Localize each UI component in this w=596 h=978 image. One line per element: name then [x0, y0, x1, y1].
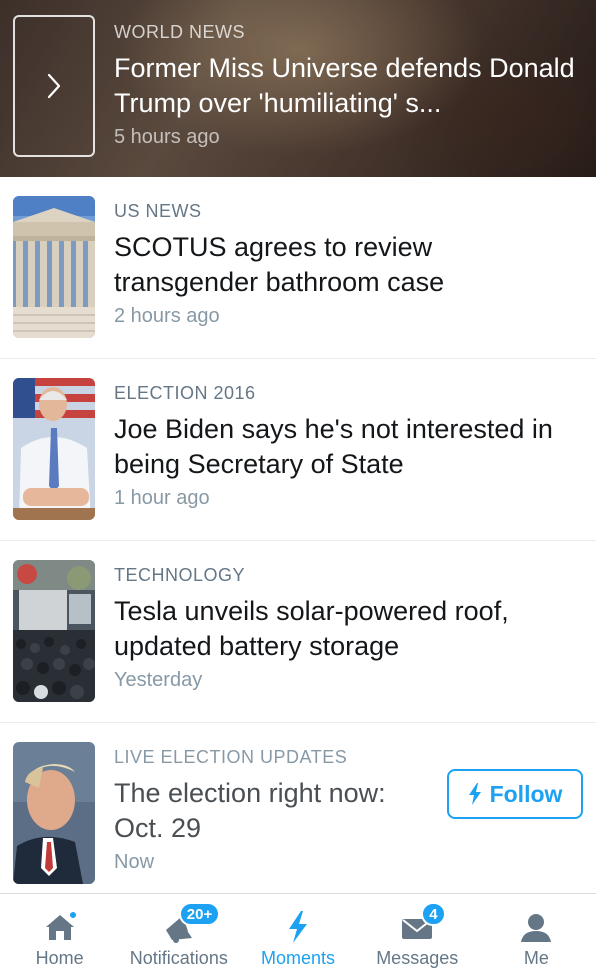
lightning-icon: [468, 783, 481, 805]
story-timestamp: 2 hours ago: [114, 305, 220, 327]
tab-label: Home: [35, 948, 84, 968]
tab-messages[interactable]: 4 Messages: [358, 894, 477, 978]
joe-biden-image: [13, 378, 95, 520]
story-headline[interactable]: Tesla unveils solar-powered roof, update…: [114, 594, 574, 664]
tab-me[interactable]: Me: [477, 894, 596, 978]
tab-label: Moments: [260, 948, 336, 968]
story-timestamp: 1 hour ago: [114, 487, 210, 509]
tesla-event-image: [13, 560, 95, 702]
tab-home[interactable]: Home: [0, 894, 119, 978]
story-item[interactable]: ELECTION 2016 Joe Biden says he's not in…: [0, 359, 596, 541]
story-category: US NEWS: [114, 201, 202, 221]
unread-dot: [67, 910, 78, 920]
supreme-court-image: [13, 196, 95, 338]
lightning-icon: [289, 911, 307, 943]
donald-trump-image: [13, 742, 95, 884]
lightning-icon-wrap: [278, 909, 318, 945]
messages-badge: 4: [421, 902, 446, 926]
story-headline[interactable]: SCOTUS agrees to review transgender bath…: [114, 230, 574, 300]
story-headline[interactable]: The election right now: Oct. 29: [114, 776, 434, 846]
story-category: LIVE ELECTION UPDATES: [114, 747, 348, 767]
tab-bar: Home 20+ Notifications Moments 4 Message…: [0, 893, 596, 978]
story-headline[interactable]: Former Miss Universe defends Donald Trum…: [114, 51, 584, 121]
home-icon-wrap: [40, 909, 80, 945]
story-item[interactable]: TECHNOLOGY Tesla unveils solar-powered r…: [0, 541, 596, 723]
tab-label: Messages: [376, 948, 459, 968]
tab-notifications[interactable]: 20+ Notifications: [119, 894, 238, 978]
tab-label: Notifications: [129, 948, 228, 968]
story-thumbnail: [13, 742, 95, 884]
chevron-right-icon: [47, 73, 61, 99]
story-category: TECHNOLOGY: [114, 565, 246, 585]
person-icon-wrap: [516, 909, 556, 945]
story-timestamp: 5 hours ago: [114, 126, 220, 148]
notifications-badge: 20+: [178, 902, 221, 926]
story-item[interactable]: US NEWS SCOTUS agrees to review transgen…: [0, 177, 596, 359]
story-timestamp: Yesterday: [114, 669, 203, 691]
story-category: ELECTION 2016: [114, 383, 256, 403]
tab-label: Me: [523, 948, 549, 968]
follow-button[interactable]: Follow: [447, 769, 583, 819]
featured-story[interactable]: WORLD NEWS Former Miss Universe defends …: [0, 0, 596, 177]
person-icon: [521, 914, 552, 942]
story-category: WORLD NEWS: [114, 22, 245, 42]
story-thumbnail: [13, 196, 95, 338]
hero-thumbnail-frame[interactable]: [13, 15, 95, 157]
bell-icon-wrap: 20+: [159, 902, 221, 945]
story-headline[interactable]: Joe Biden says he's not interested in be…: [114, 412, 574, 482]
follow-button-label: Follow: [489, 780, 563, 807]
story-timestamp: Now: [114, 851, 155, 873]
envelope-icon-wrap: 4: [397, 902, 446, 945]
story-thumbnail: [13, 378, 95, 520]
story-thumbnail: [13, 560, 95, 702]
tab-moments[interactable]: Moments: [238, 894, 357, 978]
story-item[interactable]: LIVE ELECTION UPDATES The election right…: [0, 723, 596, 893]
